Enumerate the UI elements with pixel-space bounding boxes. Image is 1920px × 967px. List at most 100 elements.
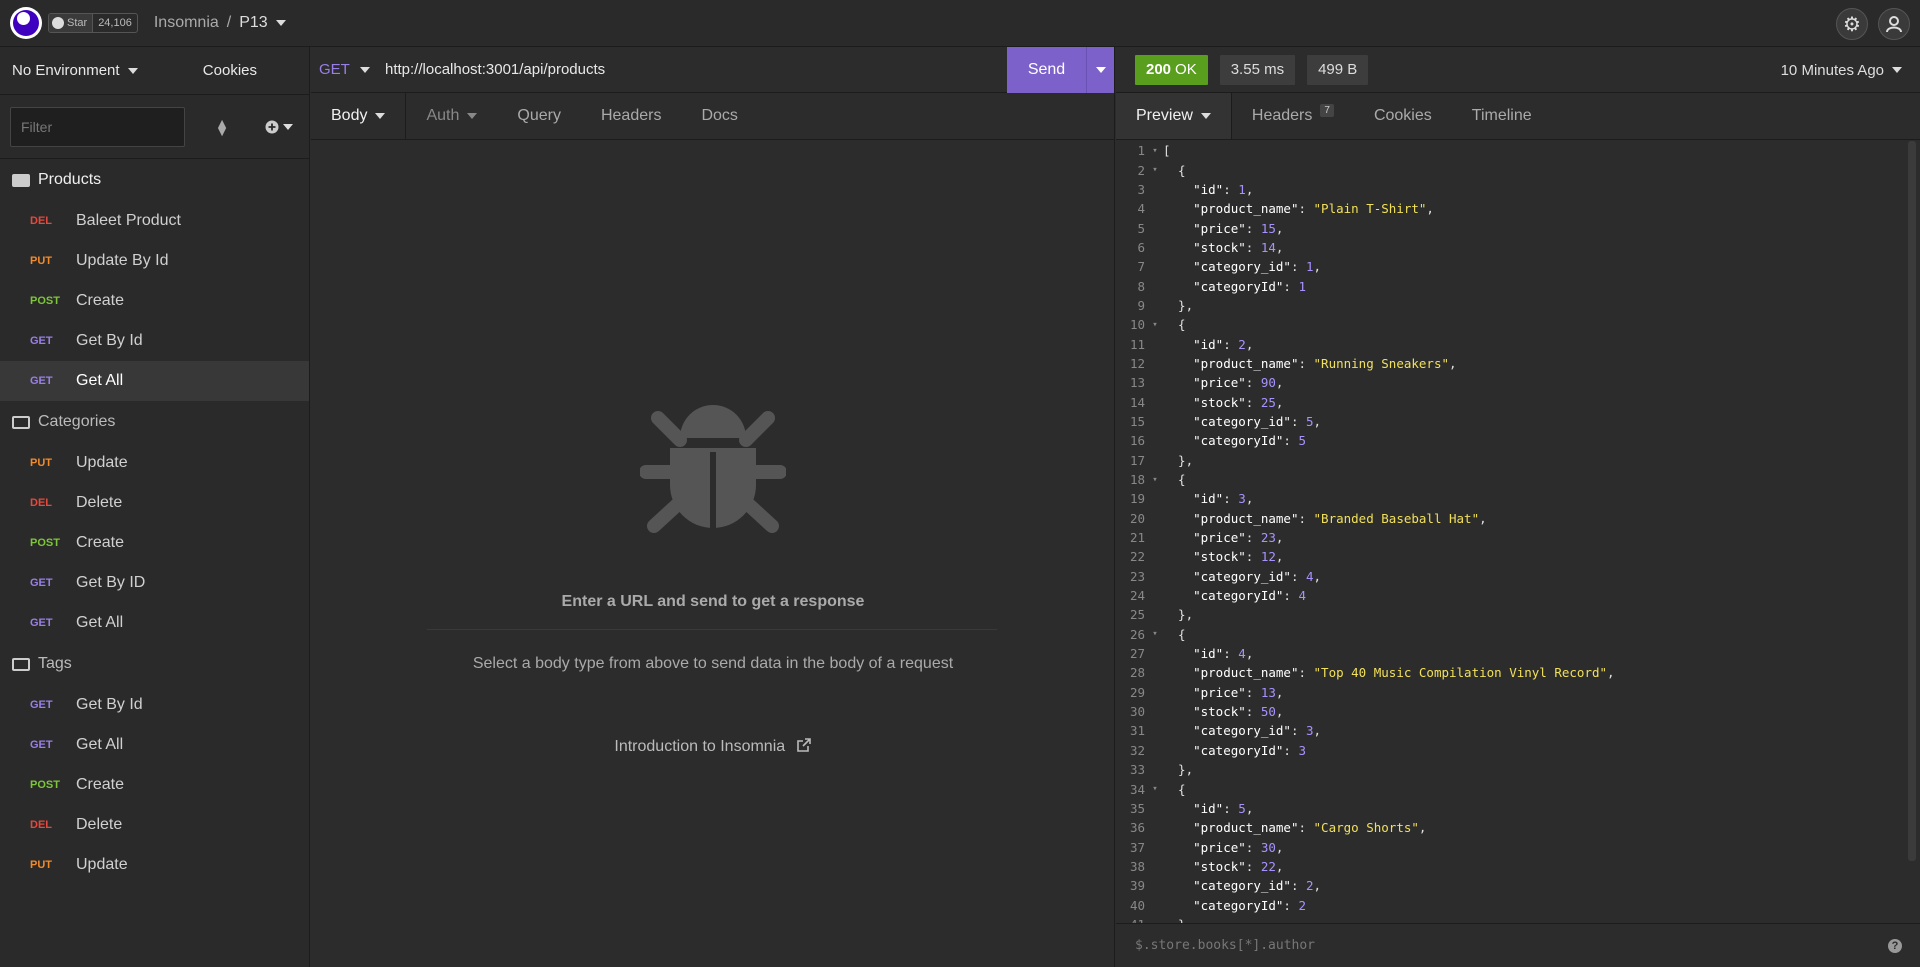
request-label: Get All xyxy=(76,614,124,631)
request-label: Delete xyxy=(76,494,123,511)
request-label: Update xyxy=(76,856,128,873)
code-line: 26 ▾ { xyxy=(1129,626,1186,642)
tab-auth[interactable]: Auth xyxy=(406,93,497,139)
empty-state-title: Enter a URL and send to get a response xyxy=(561,593,865,610)
tab-preview[interactable]: Preview xyxy=(1116,93,1232,139)
method-badge: PUT xyxy=(30,859,52,871)
sidebar-request-item[interactable]: POST Create xyxy=(0,523,309,563)
code-line: 8 "categoryId": 1 xyxy=(1137,278,1307,294)
code-line: 18 ▾ { xyxy=(1129,472,1186,488)
method-badge: POST xyxy=(30,779,60,791)
response-time: 3.55 ms xyxy=(1219,54,1296,85)
folder-label: Categories xyxy=(38,413,116,430)
code-line: 37 "price": 30, xyxy=(1129,839,1284,855)
chevron-down-icon xyxy=(283,123,293,130)
sidebar-request-item[interactable]: GET Get All xyxy=(0,361,309,401)
request-label: Update xyxy=(76,454,128,471)
sidebar-request-item[interactable]: POST Create xyxy=(0,765,309,805)
sidebar-request-item[interactable]: GET Get By ID xyxy=(0,563,309,603)
divider xyxy=(427,629,997,630)
code-line: 11 "id": 2, xyxy=(1129,336,1254,352)
code-line: 22 "stock": 12, xyxy=(1129,549,1284,565)
sidebar-request-item[interactable]: DEL Delete xyxy=(0,805,309,845)
environment-selector[interactable]: No Environment xyxy=(12,62,138,79)
code-line: 30 "stock": 50, xyxy=(1129,704,1284,720)
json-preview[interactable]: 1 ▾[2 ▾ {3 "id": 1, 4 "product_name": "Plai… xyxy=(1116,141,1916,923)
gear-icon: ⚙ xyxy=(1843,13,1861,36)
folder-open-icon xyxy=(12,173,30,187)
sidebar-request-item[interactable]: GET Get By Id xyxy=(0,321,309,361)
github-star-label: Star xyxy=(67,17,88,29)
empty-state-subtitle: Select a body type from above to send da… xyxy=(472,655,954,672)
filter-input[interactable] xyxy=(10,106,185,147)
code-line: 2 ▾ { xyxy=(1137,162,1186,178)
sidebar-request-item[interactable]: GET Get All xyxy=(0,603,309,643)
cookies-button[interactable]: Cookies xyxy=(203,62,257,79)
method-badge: DEL xyxy=(30,819,52,831)
add-button[interactable] xyxy=(265,120,293,134)
code-line: 31 "category_id": 3, xyxy=(1129,723,1322,739)
request-label: Create xyxy=(76,534,125,551)
request-label: Delete xyxy=(76,816,123,833)
method-badge: POST xyxy=(30,295,60,307)
folder-products[interactable]: Products xyxy=(0,159,309,201)
code-line: 1 ▾[ xyxy=(1137,143,1171,159)
request-label: Create xyxy=(76,292,125,309)
chevron-down-icon xyxy=(1200,113,1211,119)
method-selector[interactable]: GET xyxy=(311,61,371,78)
request-label: Get By ID xyxy=(76,574,146,591)
project-dropdown-icon[interactable] xyxy=(275,20,286,26)
folder-categories[interactable]: Categories xyxy=(0,401,309,443)
code-line: 14 "stock": 25, xyxy=(1129,394,1284,410)
response-size: 499 B xyxy=(1307,54,1369,85)
account-button[interactable] xyxy=(1878,8,1910,40)
code-line: 6 "stock": 14, xyxy=(1137,239,1284,255)
tab-body[interactable]: Body xyxy=(311,93,407,139)
tab-response-cookies[interactable]: Cookies xyxy=(1354,93,1452,139)
chevron-down-icon xyxy=(127,67,138,74)
sidebar-request-item[interactable]: PUT Update By Id xyxy=(0,241,309,281)
code-line: 3 "id": 1, xyxy=(1137,181,1254,197)
folder-icon xyxy=(12,657,30,671)
sidebar-request-item[interactable]: PUT Update xyxy=(0,845,309,885)
sort-icon[interactable]: ▲ ▼ xyxy=(207,116,237,138)
insomnia-logo-icon[interactable] xyxy=(10,7,42,39)
code-line: 34 ▾ { xyxy=(1129,781,1186,797)
history-dropdown[interactable]: 10 Minutes Ago xyxy=(1781,47,1902,93)
settings-button[interactable]: ⚙ xyxy=(1836,8,1868,40)
sidebar-request-item[interactable]: DEL Delete xyxy=(0,483,309,523)
external-link-icon xyxy=(796,738,811,752)
breadcrumb-project[interactable]: P13 xyxy=(239,14,267,32)
tab-query[interactable]: Query xyxy=(497,93,581,139)
code-line: 40 "categoryId": 2 xyxy=(1129,897,1307,913)
breadcrumb-app[interactable]: Insomnia xyxy=(154,14,219,32)
code-line: 20 "product_name": "Branded Baseball Hat… xyxy=(1129,510,1487,526)
sidebar-request-item[interactable]: POST Create xyxy=(0,281,309,321)
tab-timeline[interactable]: Timeline xyxy=(1452,93,1552,139)
sidebar-request-item[interactable]: GET Get All xyxy=(0,725,309,765)
code-line: 17 }, xyxy=(1129,452,1194,468)
request-label: Update By Id xyxy=(76,252,169,269)
intro-link[interactable]: Introduction to Insomnia xyxy=(311,737,1115,756)
sidebar-request-item[interactable]: PUT Update xyxy=(0,443,309,483)
method-badge: GET xyxy=(30,739,53,751)
tab-response-headers[interactable]: Headers 7 xyxy=(1232,93,1354,139)
url-input[interactable]: http://localhost:3001/api/products xyxy=(371,61,1007,78)
user-icon xyxy=(1886,16,1902,33)
sidebar-request-item[interactable]: GET Get By Id xyxy=(0,685,309,725)
tab-headers[interactable]: Headers xyxy=(581,93,681,139)
sidebar-request-item[interactable]: DEL Baleet Product xyxy=(0,201,309,241)
tab-docs[interactable]: Docs xyxy=(681,93,757,139)
folder-tags[interactable]: Tags xyxy=(0,643,309,685)
code-line: 36 "product_name": "Cargo Shorts", xyxy=(1129,820,1427,836)
chevron-down-icon xyxy=(359,66,370,73)
help-icon[interactable]: ? xyxy=(1888,938,1902,953)
top-bar: Star 24,106 Insomnia / P13 ⚙ xyxy=(0,0,1920,47)
request-pane: GET http://localhost:3001/api/products S… xyxy=(311,46,1115,967)
github-star-button[interactable]: Star 24,106 xyxy=(48,13,138,33)
scrollbar[interactable] xyxy=(1908,141,1916,861)
send-options-button[interactable] xyxy=(1086,46,1114,93)
code-line: 5 "price": 15, xyxy=(1137,220,1284,236)
response-filter-input[interactable] xyxy=(1135,938,1888,953)
send-button[interactable]: Send xyxy=(1007,46,1114,93)
